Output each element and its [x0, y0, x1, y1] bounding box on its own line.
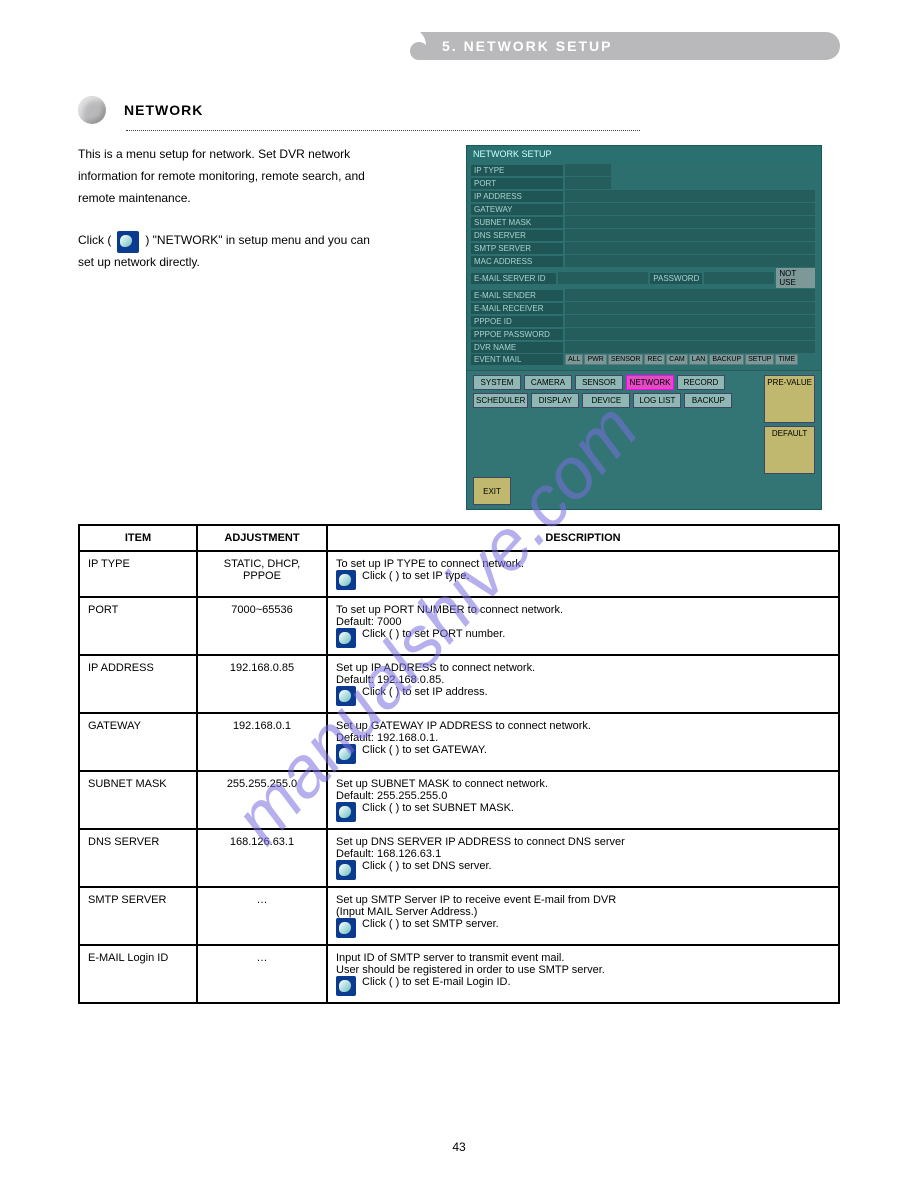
section-bullet-icon — [78, 96, 106, 124]
mouse-icon — [336, 628, 356, 648]
col-adjustment: ADJUSTMENT — [197, 525, 327, 551]
mouse-icon — [336, 860, 356, 880]
table-row: IP TYPE STATIC, DHCP, PPPOE To set up IP… — [79, 551, 839, 597]
page-header: 5. NETWORK SETUP — [358, 30, 840, 66]
table-row: GATEWAY 192.168.0.1 Set up GATEWAY IP AD… — [79, 713, 839, 771]
table-row: E-MAIL Login ID … Input ID of SMTP serve… — [79, 945, 839, 1003]
mouse-icon — [336, 686, 356, 706]
page-number: 43 — [0, 1140, 918, 1154]
col-item: ITEM — [79, 525, 197, 551]
table-row: DNS SERVER 168.126.63.1 Set up DNS SERVE… — [79, 829, 839, 887]
mouse-icon — [336, 976, 356, 996]
mouse-icon — [336, 570, 356, 590]
settings-table: ITEM ADJUSTMENT DESCRIPTION IP TYPE STAT… — [78, 524, 840, 1004]
mouse-icon — [336, 744, 356, 764]
section-title: NETWORK — [124, 102, 203, 118]
mouse-icon — [336, 802, 356, 822]
section-heading: NETWORK — [78, 96, 840, 124]
network-setup-screenshot: NETWORK SETUP IP TYPE PORT IP ADDRESS GA… — [466, 145, 822, 510]
table-row: SUBNET MASK 255.255.255.0 Set up SUBNET … — [79, 771, 839, 829]
table-row: IP ADDRESS 192.168.0.85 Set up IP ADDRES… — [79, 655, 839, 713]
table-row: SMTP SERVER … Set up SMTP Server IP to r… — [79, 887, 839, 945]
col-description: DESCRIPTION — [327, 525, 839, 551]
intro-click-text: ) "NETWORK" in setup menu and you can — [145, 231, 370, 249]
mouse-icon — [117, 231, 139, 253]
mouse-icon — [336, 918, 356, 938]
divider — [126, 130, 640, 131]
table-row: PORT 7000~65536 To set up PORT NUMBER to… — [79, 597, 839, 655]
intro-text: This is a menu setup for network. Set DV… — [78, 145, 448, 510]
intro-click-text-pre: Click ( — [78, 231, 111, 249]
screenshot-title: NETWORK SETUP — [467, 146, 821, 162]
header-title: 5. NETWORK SETUP — [442, 38, 612, 54]
